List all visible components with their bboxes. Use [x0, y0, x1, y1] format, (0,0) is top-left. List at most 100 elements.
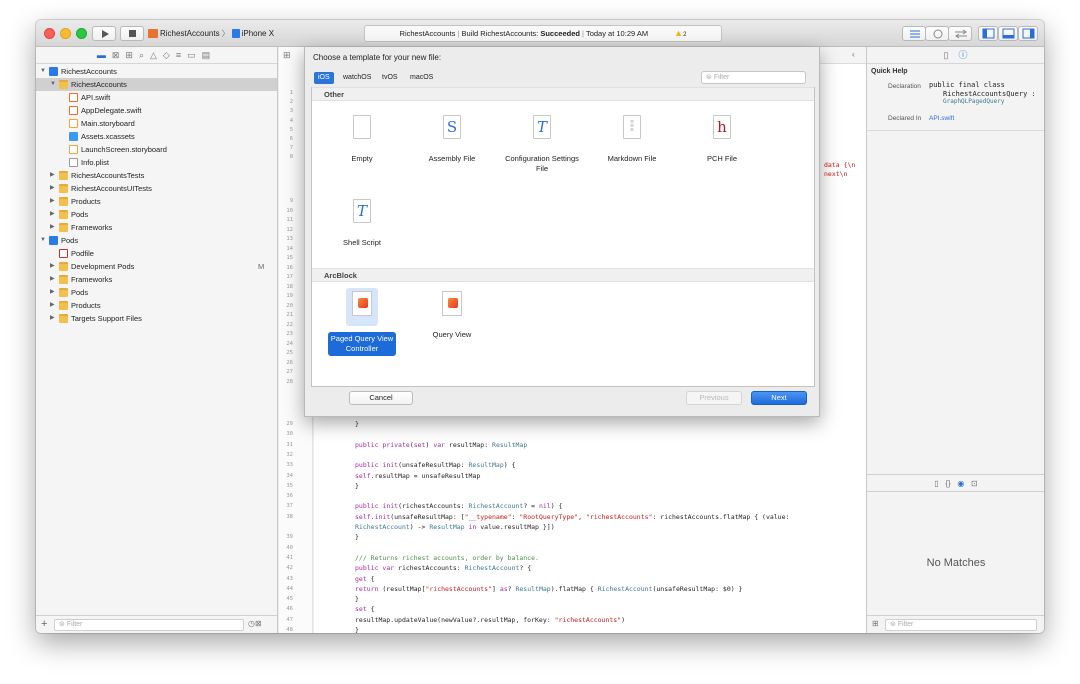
grid-icon[interactable]: ⊞ — [283, 50, 291, 61]
tree-item[interactable]: Podfile — [36, 247, 277, 260]
tree-item-label: RichestAccounts — [71, 80, 127, 89]
disclosure-closed-icon[interactable]: ▶ — [50, 260, 55, 273]
tab-tvos[interactable]: tvOS — [378, 72, 402, 84]
tree-item[interactable]: ▼ RichestAccounts — [36, 78, 277, 91]
template-pch-file[interactable]: h PCH File — [682, 112, 762, 184]
disclosure-closed-icon[interactable]: ▶ — [50, 273, 55, 286]
disclosure-closed-icon[interactable]: ▶ — [50, 182, 55, 195]
media-library-icon[interactable]: ⊡ — [971, 479, 978, 488]
debug-icon[interactable]: ≡ — [176, 50, 187, 60]
tree-item[interactable]: ▼ Pods — [36, 234, 277, 247]
stop-button[interactable] — [120, 26, 144, 41]
template-filter-input[interactable]: ⊜ Filter — [701, 71, 806, 84]
navigator-filter-input[interactable]: ⊜ Filter — [54, 619, 244, 631]
hierarchy-icon[interactable]: ⊞ — [125, 50, 139, 60]
tree-item[interactable]: AppDelegate.swift — [36, 104, 277, 117]
warning-triangle-icon[interactable]: △ — [150, 50, 163, 60]
zoom-window-button[interactable] — [76, 28, 87, 39]
no-matches-text: No Matches — [926, 557, 986, 569]
toggle-inspector-button[interactable] — [1018, 26, 1038, 41]
scheme-selector[interactable]: RichestAccounts 〉 iPhone X — [148, 25, 284, 42]
grid-view-icon[interactable]: ⊞ — [872, 619, 879, 628]
run-button[interactable] — [92, 26, 116, 41]
version-editor-button[interactable] — [948, 26, 972, 41]
code-snippet-library-icon[interactable]: {} — [945, 479, 950, 488]
toggle-debug-button[interactable] — [998, 26, 1018, 41]
tree-item[interactable]: ▶ Products — [36, 299, 277, 312]
tree-item-label: Pods — [61, 236, 79, 245]
recent-files-icon[interactable]: ◷⊠ — [248, 619, 262, 628]
assistant-editor-button[interactable] — [925, 26, 949, 41]
warning-count[interactable]: 2 — [683, 32, 686, 38]
test-icon[interactable]: ◇ — [163, 50, 176, 60]
line-number: 45 — [286, 596, 293, 603]
chevron-left-icon[interactable]: ‹ — [852, 50, 855, 59]
library-filter-icon: ⊜ — [890, 621, 898, 628]
tree-item[interactable]: LaunchScreen.storyboard — [36, 143, 277, 156]
breakpoint-icon[interactable]: ▭ — [187, 50, 202, 60]
disclosure-closed-icon[interactable]: ▶ — [50, 221, 55, 234]
tree-item[interactable]: ▶ RichestAccountsUITests — [36, 182, 277, 195]
toggle-navigator-button[interactable] — [978, 26, 998, 41]
file-template-library-icon[interactable]: ▯ — [934, 479, 938, 488]
activity-time: Today at 10:29 AM — [585, 29, 649, 38]
disclosure-closed-icon[interactable]: ▶ — [50, 286, 55, 299]
disclosure-closed-icon[interactable]: ▶ — [50, 299, 55, 312]
next-button[interactable]: Next — [751, 391, 807, 405]
quick-help-icon[interactable]: ⓘ — [958, 50, 967, 60]
tree-item[interactable]: ▶ Pods — [36, 208, 277, 221]
inspector-tabs: ▯ ⓘ — [867, 47, 1044, 64]
tab-macos[interactable]: macOS — [406, 72, 437, 84]
disclosure-open-icon[interactable]: ▼ — [50, 78, 56, 91]
tree-item[interactable]: Assets.xcassets — [36, 130, 277, 143]
line-number: 1 — [289, 90, 293, 96]
template-query-view[interactable]: Query View — [412, 288, 492, 360]
disclosure-closed-icon[interactable]: ▶ — [50, 195, 55, 208]
template-assembly-file[interactable]: S Assembly File — [412, 112, 492, 184]
tree-item[interactable]: API.swift — [36, 91, 277, 104]
tree-item-label: Main.storyboard — [81, 119, 135, 128]
minimize-window-button[interactable] — [60, 28, 71, 39]
disclosure-open-icon[interactable]: ▼ — [40, 234, 46, 247]
template-markdown-file[interactable]: ≡ ≡ ≡ Markdown File — [592, 112, 672, 184]
tab-ios[interactable]: iOS — [314, 72, 334, 84]
search-icon[interactable]: ⌕ — [139, 50, 150, 60]
standard-editor-button[interactable] — [902, 26, 926, 41]
disclosure-closed-icon[interactable]: ▶ — [50, 208, 55, 221]
template-paged-query-view-controller[interactable]: Paged Query View Controller — [322, 288, 402, 360]
declaration-line-3[interactable]: GraphQLPagedQuery — [929, 98, 1036, 107]
add-icon[interactable]: + — [41, 618, 47, 630]
template-shell-script[interactable]: T Shell Script — [322, 196, 402, 268]
tree-item[interactable]: Main.storyboard — [36, 117, 277, 130]
line-number: 5 — [289, 126, 293, 133]
object-library-icon[interactable]: ◉ — [957, 479, 964, 488]
tree-item[interactable]: Info.plist — [36, 156, 277, 169]
declared-in-value[interactable]: API.swift — [929, 115, 954, 122]
file-inspector-icon[interactable]: ▯ — [944, 50, 949, 60]
cancel-button[interactable]: Cancel — [349, 391, 413, 405]
tree-item[interactable]: ▼ RichestAccounts — [36, 65, 277, 78]
tree-item[interactable]: ▶ Development Pods M — [36, 260, 277, 273]
template-configuration-settings[interactable]: T Configuration Settings File — [502, 112, 582, 184]
tree-item[interactable]: ▶ Pods — [36, 286, 277, 299]
template-empty[interactable]: Empty — [322, 112, 402, 184]
report-icon[interactable]: ▤ — [202, 50, 217, 60]
disclosure-closed-icon[interactable]: ▶ — [50, 312, 55, 325]
tree-item-label: AppDelegate.swift — [81, 106, 142, 115]
disclosure-closed-icon[interactable]: ▶ — [50, 169, 55, 182]
tab-watchos[interactable]: watchOS — [339, 72, 375, 84]
tree-item[interactable]: ▶ RichestAccountsTests — [36, 169, 277, 182]
disclosure-open-icon[interactable]: ▼ — [40, 65, 46, 78]
folder-icon[interactable]: ▬ — [97, 50, 112, 60]
library-filter-input[interactable]: ⊜ Filter — [885, 619, 1037, 631]
tree-item[interactable]: ▶ Products — [36, 195, 277, 208]
warning-icon[interactable]: ▲ — [674, 26, 683, 41]
source-control-icon[interactable]: ⊠ — [112, 50, 126, 60]
tree-item[interactable]: ▶ Frameworks — [36, 273, 277, 286]
folder-icon — [59, 275, 68, 284]
previous-button[interactable]: Previous — [686, 391, 742, 405]
close-window-button[interactable] — [44, 28, 55, 39]
line-number: 25 — [286, 350, 293, 356]
tree-item[interactable]: ▶ Targets Support Files — [36, 312, 277, 325]
tree-item[interactable]: ▶ Frameworks — [36, 221, 277, 234]
